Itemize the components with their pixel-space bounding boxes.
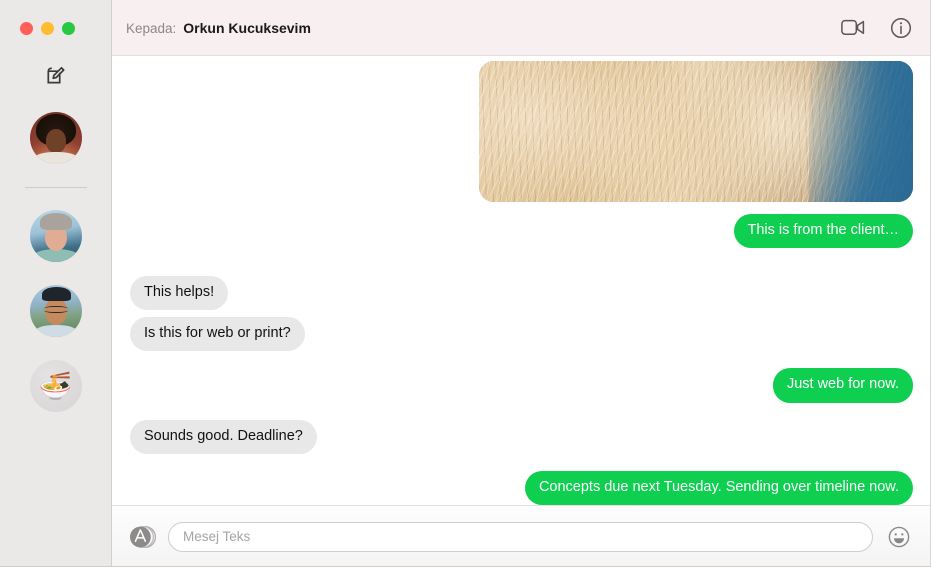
conversation-header: Kepada: Orkun Kucuksevim bbox=[112, 0, 931, 56]
messages-window: 🍜 Kepada: Orkun Kucuksevim This is from … bbox=[0, 0, 931, 567]
sidebar-item-conversation-4[interactable]: 🍜 bbox=[29, 360, 82, 412]
recipient-field[interactable]: Kepada: Orkun Kucuksevim bbox=[126, 20, 311, 36]
close-window-button[interactable] bbox=[20, 22, 33, 35]
facetime-button[interactable] bbox=[839, 14, 867, 42]
message-composer bbox=[112, 505, 931, 567]
emoji-picker-button[interactable] bbox=[885, 523, 913, 551]
info-circle-icon bbox=[890, 17, 912, 38]
message-row: Sounds good. Deadline? bbox=[130, 419, 913, 454]
to-label: Kepada: bbox=[126, 20, 177, 36]
message-row: Just web for now. bbox=[130, 368, 913, 403]
minimize-window-button[interactable] bbox=[41, 22, 54, 35]
sidebar: 🍜 bbox=[0, 0, 112, 567]
message-bubble-incoming[interactable]: Sounds good. Deadline? bbox=[130, 419, 317, 454]
smiley-face-icon bbox=[888, 526, 910, 547]
app-store-icon bbox=[130, 525, 157, 548]
avatar bbox=[29, 210, 82, 262]
message-row: Concepts due next Tuesday. Sending over … bbox=[130, 470, 913, 505]
message-bubble-outgoing[interactable]: Just web for now. bbox=[772, 368, 913, 403]
sidebar-item-conversation-2[interactable] bbox=[29, 210, 82, 262]
sidebar-item-conversation-3[interactable] bbox=[29, 285, 82, 337]
conversation-details-button[interactable] bbox=[887, 14, 915, 42]
message-input[interactable] bbox=[168, 521, 873, 552]
avatar bbox=[29, 285, 82, 337]
message-transcript[interactable]: This is from the client… This helps! Is … bbox=[112, 56, 931, 505]
conversation-pane: Kepada: Orkun Kucuksevim This is from th… bbox=[112, 0, 931, 567]
avatar bbox=[29, 112, 82, 164]
maximize-window-button[interactable] bbox=[62, 22, 75, 35]
message-row: Is this for web or print? bbox=[130, 317, 913, 352]
sidebar-divider bbox=[24, 187, 87, 188]
photo-attachment[interactable] bbox=[479, 61, 913, 202]
sidebar-item-conversation-1[interactable] bbox=[29, 112, 82, 164]
window-traffic-lights bbox=[20, 22, 75, 35]
ramen-bowl-icon: 🍜 bbox=[38, 370, 73, 402]
message-bubble-incoming[interactable]: This helps! bbox=[130, 276, 229, 311]
header-actions bbox=[839, 14, 915, 42]
compose-icon bbox=[47, 66, 65, 84]
message-bubble-incoming[interactable]: Is this for web or print? bbox=[130, 317, 305, 352]
app-store-button[interactable] bbox=[128, 523, 157, 551]
message-row: This is from the client… bbox=[130, 214, 913, 249]
message-bubble-outgoing[interactable]: This is from the client… bbox=[733, 214, 913, 249]
message-bubble-outgoing[interactable]: Concepts due next Tuesday. Sending over … bbox=[524, 470, 913, 505]
video-camera-icon bbox=[841, 19, 865, 35]
conversation-list: 🍜 bbox=[0, 112, 111, 435]
compose-message-button[interactable] bbox=[40, 60, 72, 92]
message-row: This helps! bbox=[130, 276, 913, 311]
recipient-name: Orkun Kucuksevim bbox=[183, 19, 311, 36]
